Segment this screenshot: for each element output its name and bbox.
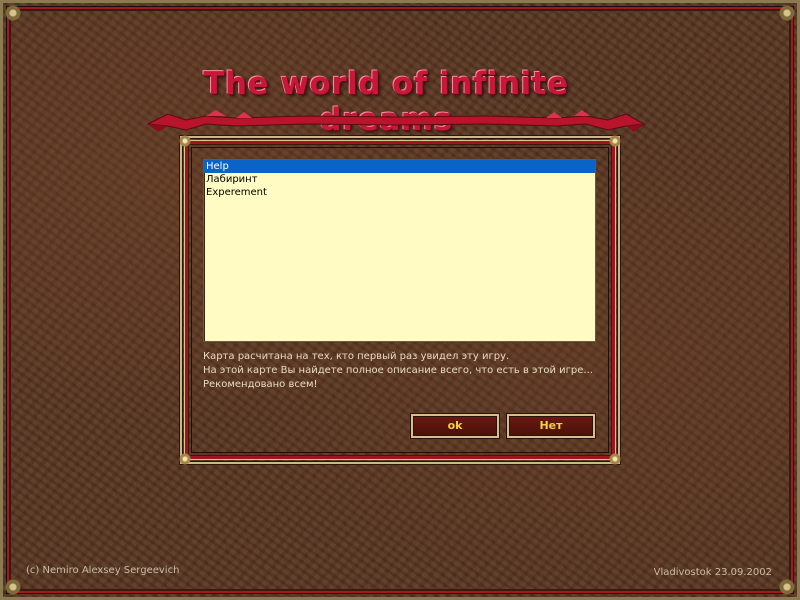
- corner-ornament-bottom-left: [0, 574, 26, 600]
- description-line: Карта расчитана на тех, кто первый раз у…: [203, 351, 510, 362]
- dialog-corner-bottom-right: [608, 452, 622, 466]
- dialog-corner-bottom-left: [178, 452, 192, 466]
- title-banner: The world of infinite dreams: [146, 66, 646, 138]
- no-button[interactable]: Нет: [507, 414, 595, 438]
- corner-ornament-top-right: [774, 0, 800, 26]
- list-item-help[interactable]: Help: [204, 160, 595, 173]
- map-description: Карта расчитана на тех, кто первый раз у…: [203, 350, 603, 392]
- ribbon-decoration: [146, 110, 646, 132]
- corner-ornament-top-left: [0, 0, 26, 26]
- list-item-labyrinth[interactable]: Лабиринт: [204, 173, 595, 186]
- list-item-experement[interactable]: Experement: [204, 186, 595, 199]
- dialog-corner-top-left: [178, 134, 192, 148]
- dialog-corner-top-right: [608, 134, 622, 148]
- description-line: На этой карте Вы найдете полное описание…: [203, 365, 593, 376]
- copyright-text: (c) Nemiro Alexsey Sergeevich: [26, 565, 180, 576]
- corner-ornament-bottom-right: [774, 574, 800, 600]
- description-line: Рекомендовано всем!: [203, 379, 318, 390]
- location-date-text: Vladivostok 23.09.2002: [653, 567, 772, 578]
- map-list[interactable]: Help Лабиринт Experement: [203, 159, 596, 342]
- ok-button[interactable]: ok: [411, 414, 499, 438]
